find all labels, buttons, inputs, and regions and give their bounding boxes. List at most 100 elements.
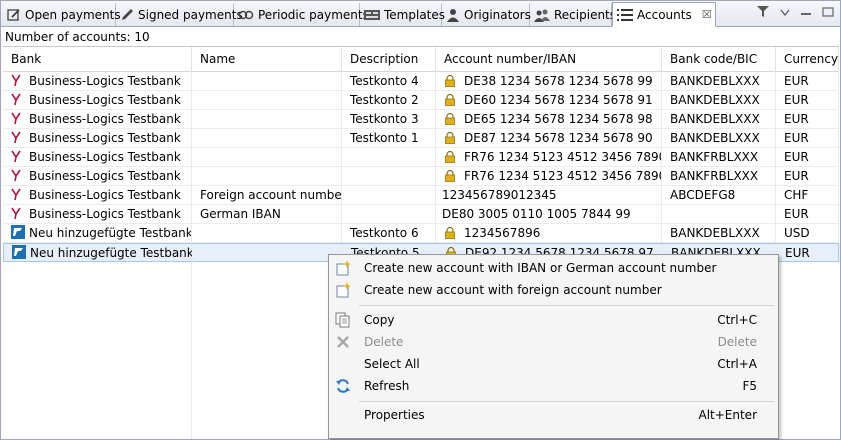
cell-bic: ABCDEFG8 [662, 186, 776, 205]
cell-iban: DE65 1234 5678 1234 5678 98 [436, 110, 662, 129]
table-row[interactable]: Business-Logics Testbank Testkonto 4 DE38 … [3, 72, 839, 91]
tab-recipients[interactable]: Recipients [530, 3, 616, 26]
cell-cur: EUR [776, 205, 839, 224]
menu-item-new-iban-account[interactable]: Create new account with IBAN or German a… [331, 257, 776, 279]
table-header: Bank Name Description Account number/IBA… [3, 47, 839, 72]
cell-text: Business-Logics Testbank [29, 169, 181, 183]
cell-desc: Testkonto 1 [342, 129, 436, 148]
cell-bank: Business-Logics Testbank [3, 72, 192, 91]
column-header-currency[interactable]: Currency [776, 47, 839, 72]
delete-icon [335, 334, 351, 350]
tab-label: Accounts [637, 7, 692, 22]
menu-item-delete[interactable]: Delete Delete [331, 331, 776, 353]
maximize-icon[interactable] [822, 6, 834, 20]
cell-text: EUR [784, 74, 809, 88]
people-icon [534, 7, 550, 23]
bank-logo-icon [11, 150, 25, 164]
cell-text: EUR [784, 150, 809, 164]
cell-name [193, 244, 343, 263]
menu-label: Refresh [364, 379, 410, 393]
menu-shortcut: Delete [717, 335, 757, 349]
cell-cur: EUR [776, 129, 839, 148]
cell-text: DE60 1234 5678 1234 5678 91 [464, 93, 653, 107]
lock-icon [444, 74, 456, 87]
repeat-icon [238, 7, 254, 23]
table-row[interactable]: Business-Logics Testbank Foreign account … [3, 186, 839, 205]
menu-label: Select All [364, 357, 420, 371]
table-row[interactable]: Business-Logics Testbank German IBAN DE80 … [3, 205, 839, 224]
view-menu-icon[interactable] [780, 6, 790, 20]
cell-desc: Testkonto 3 [342, 110, 436, 129]
menu-item-properties[interactable]: Properties Alt+Enter [331, 404, 776, 426]
view-tab-bar: Open payments Signed payments Periodic p… [1, 1, 840, 27]
cell-bic: BANKDEBLXXX [662, 91, 776, 110]
cell-text: BANKDEBLXXX [670, 93, 760, 107]
list-icon [617, 7, 633, 23]
context-menu: Create new account with IBAN or German a… [328, 254, 779, 439]
cell-text: Business-Logics Testbank [29, 150, 181, 164]
cell-text: German IBAN [200, 207, 281, 221]
bank-logo-icon [11, 169, 25, 183]
menu-item-refresh[interactable]: Refresh F5 [331, 375, 776, 397]
cell-text: BANKDEBLXXX [670, 112, 760, 126]
cell-text: CHF [784, 188, 809, 202]
table-row[interactable]: Neu hinzugefügte Testbank Testkonto 6 1234… [3, 224, 839, 243]
cell-text: Testkonto 1 [350, 131, 419, 145]
minimize-icon[interactable] [800, 6, 812, 20]
cell-bic: BANKDEBLXXX [662, 72, 776, 91]
tab-accounts[interactable]: Accounts ☒ [612, 2, 716, 27]
table-row[interactable]: Business-Logics Testbank Testkonto 3 DE65 … [3, 110, 839, 129]
tab-templates[interactable]: Templates [360, 3, 445, 26]
tab-periodic-payments[interactable]: Periodic payments [234, 3, 369, 26]
cell-cur: EUR [776, 167, 839, 186]
cell-text: BANKDEBLXXX [670, 226, 760, 240]
tab-label: Signed payments [138, 7, 243, 22]
column-header-bank[interactable]: Bank [3, 47, 192, 72]
cell-text: EUR [784, 112, 809, 126]
cell-text: DE87 1234 5678 1234 5678 90 [464, 131, 653, 145]
tab-signed-payments[interactable]: Signed payments [116, 3, 243, 26]
cell-text: USD [784, 226, 810, 240]
menu-separator [359, 305, 774, 306]
tab-originators[interactable]: Originators [442, 3, 531, 26]
menu-item-select-all[interactable]: Select All Ctrl+A [331, 353, 776, 375]
column-header-bic[interactable]: Bank code/BIC [662, 47, 776, 72]
tab-label: Open payments [25, 7, 121, 22]
cell-text: DE38 1234 5678 1234 5678 99 [464, 74, 653, 88]
cell-text: EUR [784, 207, 809, 221]
menu-shortcut: F5 [742, 379, 757, 393]
cell-text: EUR [785, 246, 810, 260]
lock-icon [444, 169, 456, 182]
pen-icon [120, 7, 134, 23]
cell-bank: Neu hinzugefügte Testbank [4, 244, 193, 263]
table-row[interactable]: Business-Logics Testbank Testkonto 1 DE87 … [3, 129, 839, 148]
close-tab-icon[interactable]: ☒ [702, 8, 712, 21]
lock-icon [444, 93, 456, 106]
filter-icon[interactable] [756, 4, 770, 21]
cell-text: FR76 1234 5123 4512 3456 7890 243 [464, 169, 661, 183]
lock-icon [444, 112, 456, 125]
cell-cur: EUR [776, 110, 839, 129]
cell-bank: Business-Logics Testbank [3, 167, 192, 186]
menu-shortcut: Alt+Enter [698, 408, 757, 422]
column-header-description[interactable]: Description [342, 47, 436, 72]
cell-desc: Testkonto 4 [342, 72, 436, 91]
menu-item-new-foreign-account[interactable]: Create new account with foreign account … [331, 279, 776, 301]
cell-iban: 1234567896 [436, 224, 662, 243]
table-row[interactable]: Business-Logics Testbank FR76 1234 5123 4… [3, 148, 839, 167]
cell-name [192, 129, 342, 148]
cell-iban: DE87 1234 5678 1234 5678 90 [436, 129, 662, 148]
new-bank-logo-icon [11, 225, 25, 239]
table-row[interactable]: Business-Logics Testbank Testkonto 2 DE60 … [3, 91, 839, 110]
tab-open-payments[interactable]: Open payments [3, 3, 121, 26]
cell-cur: USD [776, 224, 839, 243]
column-header-iban[interactable]: Account number/IBAN [436, 47, 662, 72]
templates-icon [364, 7, 380, 23]
lock-icon [444, 226, 456, 239]
cell-cur: EUR [777, 244, 840, 263]
cell-bank: Business-Logics Testbank [3, 186, 192, 205]
menu-item-copy[interactable]: Copy Ctrl+C [331, 309, 776, 331]
column-header-name[interactable]: Name [192, 47, 342, 72]
table-row[interactable]: Business-Logics Testbank FR76 1234 5123 4… [3, 167, 839, 186]
account-count-label: Number of accounts: 10 [5, 30, 150, 44]
